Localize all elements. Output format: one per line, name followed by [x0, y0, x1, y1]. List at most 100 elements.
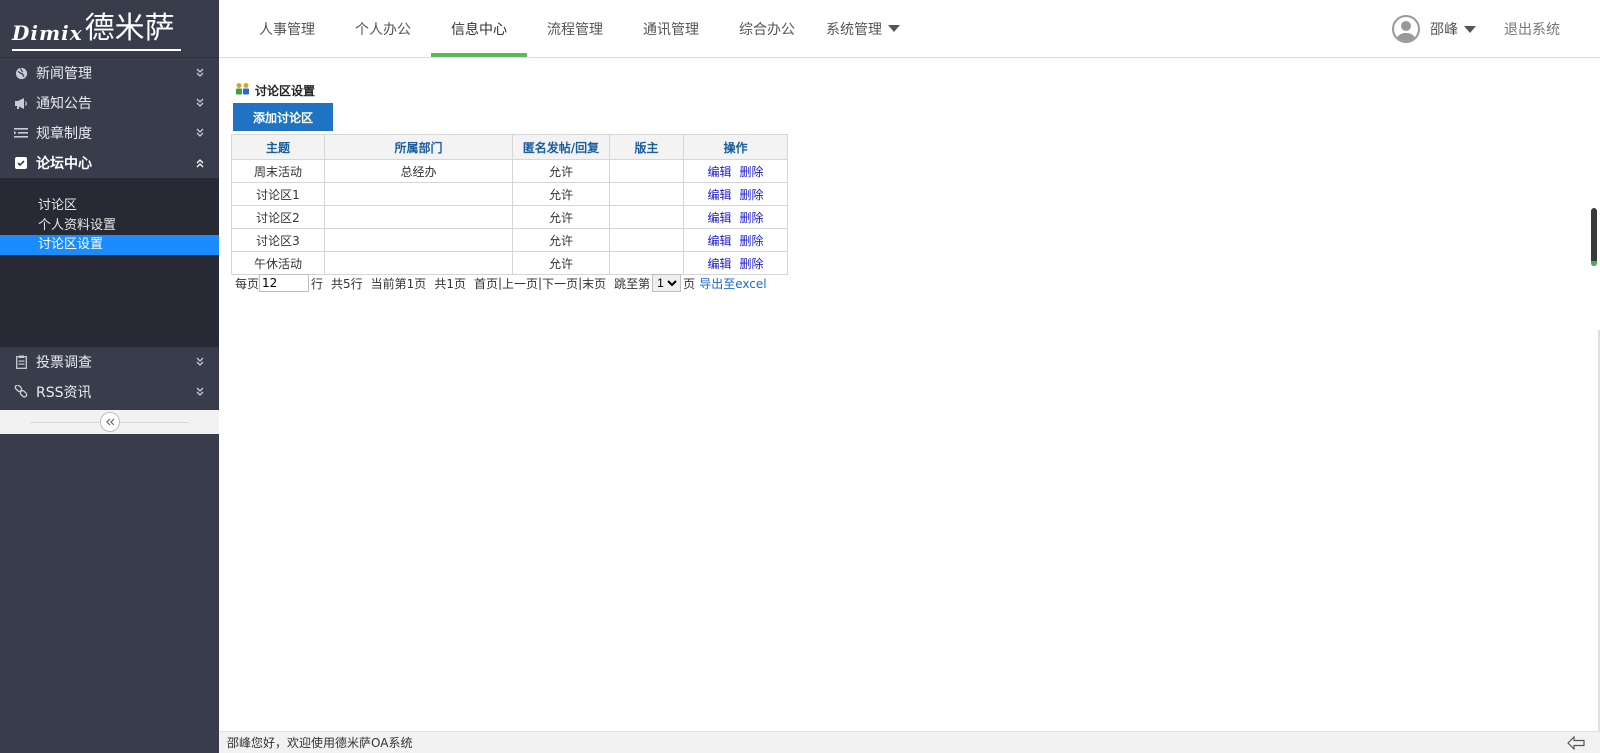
cell-operation: 编辑 删除: [683, 251, 788, 275]
cell-anonymous: 允许: [512, 228, 610, 252]
edit-link[interactable]: 编辑: [707, 165, 731, 179]
table-header-row: 主题 所属部门 匿名发帖/回复 版主 操作: [231, 134, 788, 160]
total-pages: 共1页: [434, 276, 466, 291]
chevron-double-down-icon: [195, 127, 205, 139]
sidebar-item-label: 论坛中心: [36, 156, 92, 172]
sidebar-item-rules[interactable]: 规章制度: [0, 118, 219, 148]
caret-down-icon: [1464, 25, 1476, 33]
main-content: 讨论区设置 添加讨论区 主题 所属部门 匿名发帖/回复 版主 操作 周末活动 总…: [219, 58, 1600, 753]
column-header-anonymous[interactable]: 匿名发帖/回复: [512, 134, 610, 160]
nav-item-label: 个人办公: [355, 21, 411, 38]
table-row: 午休活动 允许 编辑 删除: [231, 251, 788, 275]
rows-unit-label: 行: [311, 276, 324, 291]
cell-topic: 讨论区1: [231, 182, 325, 206]
per-page-input[interactable]: [259, 274, 310, 292]
delete-link[interactable]: 删除: [740, 188, 764, 202]
cell-moderator: [609, 251, 684, 275]
sidebar-item-forum[interactable]: 论坛中心: [0, 148, 219, 178]
next-page-link[interactable]: 下一页: [542, 275, 578, 292]
cell-moderator: [609, 159, 684, 183]
sidebar-item-label: RSS资讯: [36, 385, 92, 401]
nav-item-workflow[interactable]: 流程管理: [527, 0, 623, 57]
sidebar-item-news[interactable]: 新闻管理: [0, 58, 219, 88]
sidebar: Dimix 德米萨 新闻管理 通知公告 规章制度 论坛中心 讨论区 个人资料设置…: [0, 0, 219, 753]
chevron-double-up-icon: [195, 157, 205, 169]
delete-link[interactable]: 删除: [740, 165, 764, 179]
jump-label: 跳至第: [614, 276, 651, 291]
logo[interactable]: Dimix 德米萨: [0, 0, 219, 58]
cell-operation: 编辑 删除: [683, 182, 788, 206]
nav-item-general-office[interactable]: 综合办公: [719, 0, 815, 57]
users-icon: [235, 82, 251, 99]
edit-link[interactable]: 编辑: [707, 234, 731, 248]
delete-link[interactable]: 删除: [740, 211, 764, 225]
status-bar: 邵峰您好，欢迎使用德米萨OA系统: [219, 731, 1600, 753]
jump-page-select[interactable]: 1: [652, 274, 682, 292]
cell-anonymous: 允许: [512, 205, 610, 229]
chevron-double-down-icon: [195, 97, 205, 109]
nav-item-hr[interactable]: 人事管理: [239, 0, 335, 57]
pagination: 每页 行 共5行 当前第1页 共1页 首页|上一页|下一页|末页 跳至第 1 页…: [235, 274, 767, 292]
top-navbar: 人事管理 个人办公 信息中心 流程管理 通讯管理 综合办公 系统管理 邵峰 退出…: [219, 0, 1600, 58]
user-menu[interactable]: 邵峰: [1430, 19, 1476, 39]
collapse-sidebar-button[interactable]: [99, 412, 120, 432]
column-header-department[interactable]: 所属部门: [324, 134, 513, 160]
sidebar-collapse-bar: [0, 410, 219, 434]
last-page-link[interactable]: 末页: [582, 275, 606, 292]
sidebar-item-label: 通知公告: [36, 96, 92, 112]
edit-link[interactable]: 编辑: [707, 257, 731, 271]
delete-link[interactable]: 删除: [740, 257, 764, 271]
chevron-double-down-icon: [195, 356, 205, 368]
cell-moderator: [609, 182, 684, 206]
sidebar-item-rss[interactable]: RSS资讯: [0, 377, 219, 407]
logo-text-cn: 德米萨: [84, 10, 175, 46]
cell-topic: 讨论区3: [231, 228, 325, 252]
delete-link[interactable]: 删除: [740, 234, 764, 248]
discussion-table: 主题 所属部门 匿名发帖/回复 版主 操作 周末活动 总经办 允许 编辑 删除 讨…: [231, 134, 788, 275]
sidebar-item-vote[interactable]: 投票调查: [0, 347, 219, 377]
logout-link[interactable]: 退出系统: [1504, 19, 1560, 39]
cell-department: [324, 205, 513, 229]
cell-operation: 编辑 删除: [683, 205, 788, 229]
chevron-double-down-icon: [195, 67, 205, 79]
link-icon: [14, 385, 28, 399]
clipboard-icon: [14, 355, 28, 369]
submenu-item-discussion[interactable]: 讨论区: [0, 196, 219, 216]
back-arrow-icon[interactable]: [1566, 734, 1586, 752]
nav-item-communication[interactable]: 通讯管理: [623, 0, 719, 57]
avatar[interactable]: [1392, 15, 1420, 43]
sidebar-item-notice[interactable]: 通知公告: [0, 88, 219, 118]
user-area: 邵峰 退出系统: [1392, 0, 1600, 58]
cell-moderator: [609, 205, 684, 229]
cell-topic: 周末活动: [231, 159, 325, 183]
current-page: 当前第1页: [370, 276, 427, 291]
table-row: 讨论区1 允许 编辑 删除: [231, 182, 788, 206]
table-row: 讨论区3 允许 编辑 删除: [231, 228, 788, 252]
nav-item-label: 综合办公: [739, 21, 795, 38]
first-page-link[interactable]: 首页: [474, 275, 498, 292]
cell-department: [324, 251, 513, 275]
submenu-item-profile-settings[interactable]: 个人资料设置: [0, 216, 219, 236]
logo-underline: [12, 48, 181, 51]
nav-item-info-center[interactable]: 信息中心: [431, 0, 527, 57]
sidebar-item-label: 新闻管理: [36, 66, 92, 82]
add-discussion-button[interactable]: 添加讨论区: [233, 103, 333, 131]
cell-department: 总经办: [324, 159, 513, 183]
nav-item-label: 信息中心: [451, 21, 507, 38]
export-excel-link[interactable]: 导出至excel: [699, 275, 766, 292]
list-icon: [14, 126, 28, 140]
scrollbar-thumb[interactable]: [1591, 208, 1597, 266]
table-row: 讨论区2 允许 编辑 删除: [231, 205, 788, 229]
column-header-moderator[interactable]: 版主: [609, 134, 684, 160]
cell-anonymous: 允许: [512, 182, 610, 206]
nav-item-system[interactable]: 系统管理: [815, 0, 911, 57]
column-header-topic[interactable]: 主题: [231, 134, 325, 160]
chevron-double-left-icon: [105, 415, 115, 429]
cell-operation: 编辑 删除: [683, 159, 788, 183]
submenu-item-discussion-settings[interactable]: 讨论区设置: [0, 235, 219, 255]
prev-page-link[interactable]: 上一页: [502, 275, 538, 292]
sidebar-item-label: 投票调查: [36, 355, 92, 371]
nav-item-personal-office[interactable]: 个人办公: [335, 0, 431, 57]
edit-link[interactable]: 编辑: [707, 188, 731, 202]
edit-link[interactable]: 编辑: [707, 211, 731, 225]
